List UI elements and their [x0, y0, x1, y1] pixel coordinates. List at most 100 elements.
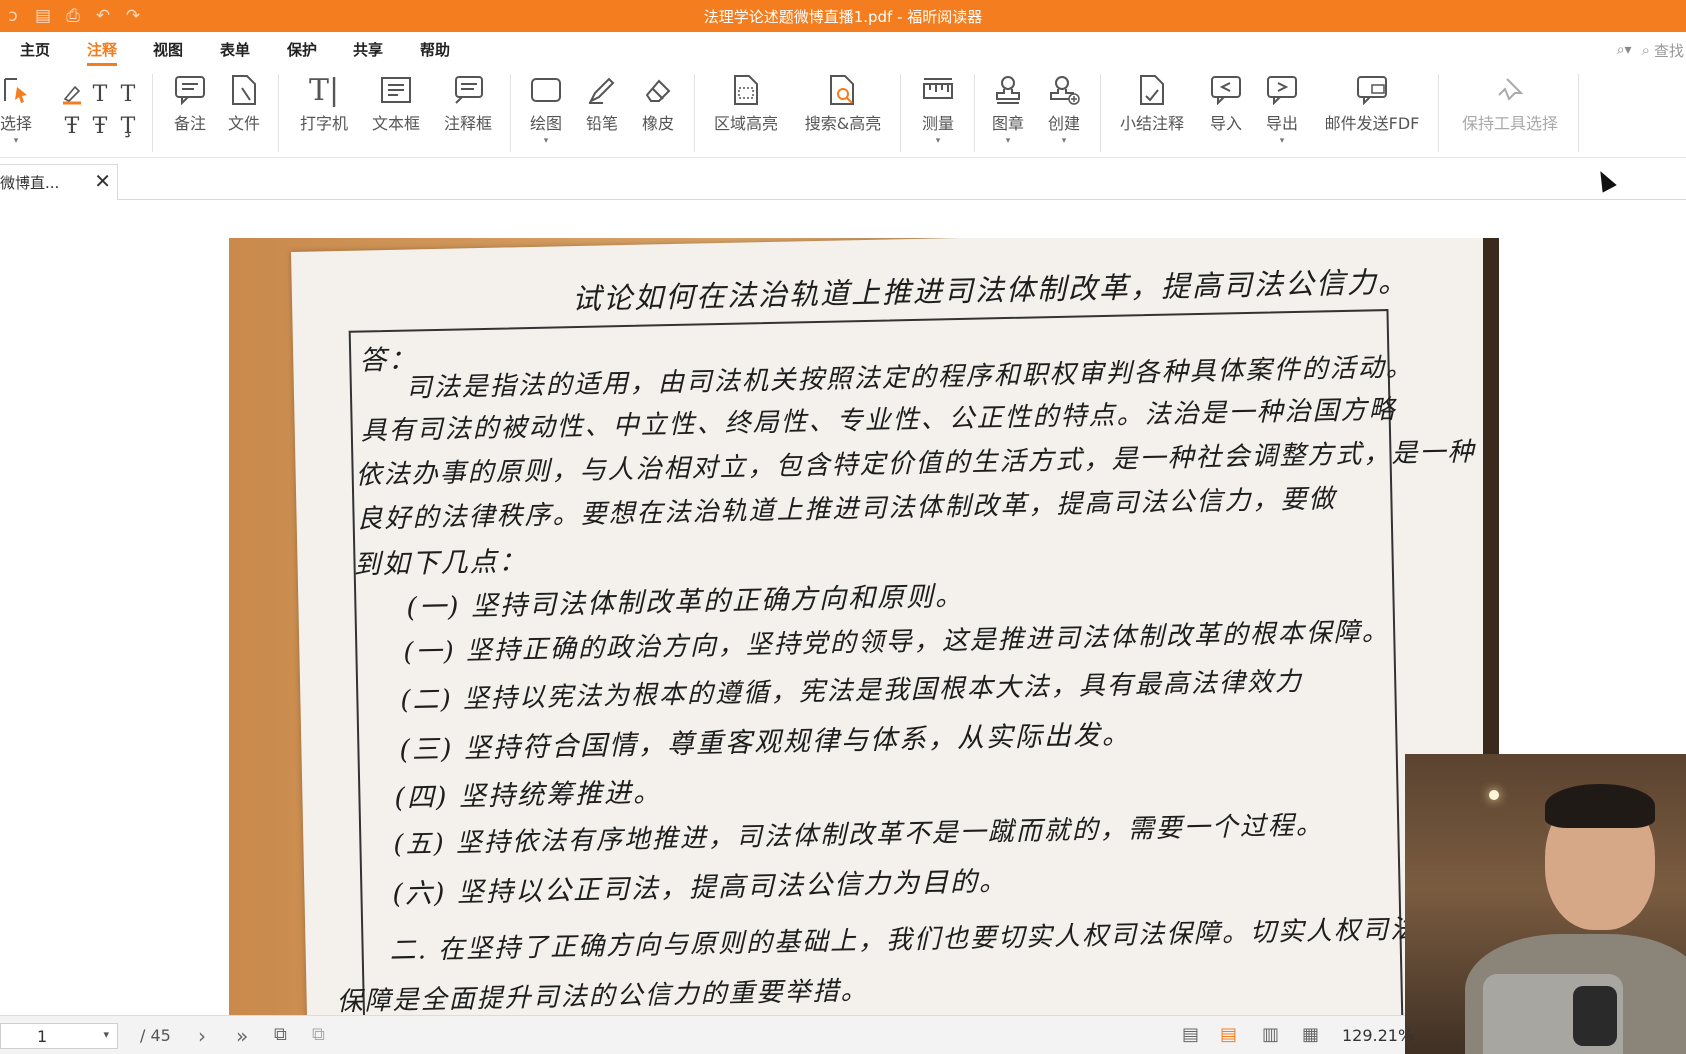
phone-camera: [1573, 986, 1617, 1046]
next-page-icon[interactable]: ›: [198, 1024, 206, 1048]
eraser-button[interactable]: 橡皮: [636, 72, 680, 134]
ribbon-toolbar: 选择 ▾ T T Ŧ Ŧ Ţ 备注 文件 T| 打字机 文本框 注释框 绘图 ▾: [0, 66, 1686, 158]
create-stamp-label: 创建: [1047, 114, 1080, 133]
chevron-down-icon: ▾: [1279, 136, 1285, 146]
textbox-button[interactable]: 文本框: [366, 72, 426, 134]
chevron-down-icon: ▾: [13, 136, 19, 146]
replace-text-icon[interactable]: Ŧ: [86, 110, 114, 142]
facing-page-icon[interactable]: ▥: [1262, 1024, 1279, 1045]
area-highlight-label: 区域高亮: [713, 114, 778, 133]
highlight-text-icon[interactable]: [58, 78, 86, 110]
measure-button[interactable]: 测量 ▾: [914, 72, 962, 146]
import-button[interactable]: 导入: [1204, 72, 1248, 134]
menu-help[interactable]: 帮助: [420, 39, 450, 60]
textbox-icon: [380, 72, 412, 108]
typewriter-label: 打字机: [299, 114, 348, 133]
stamp-button[interactable]: 图章 ▾: [986, 72, 1030, 146]
close-icon[interactable]: ✕: [94, 169, 111, 193]
window-title: 法理学论述题微博直播1.pdf - 福昕阅读器: [703, 8, 983, 26]
summarize-icon: [1138, 72, 1166, 108]
file-attach-label: 文件: [227, 114, 260, 133]
list-item: (四) 坚持统筹推进。: [394, 777, 663, 814]
callout-button[interactable]: 注释框: [438, 72, 498, 134]
typewriter-button[interactable]: T| 打字机: [294, 72, 354, 134]
search-icon: ⌕: [1641, 41, 1650, 59]
area-highlight-button[interactable]: 区域高亮: [708, 72, 784, 134]
search-highlight-label: 搜索&高亮: [804, 114, 882, 133]
strikeout-text-icon[interactable]: Ŧ: [58, 110, 86, 142]
toolbar-separator: [974, 74, 975, 152]
next-view-icon[interactable]: ⧉: [312, 1024, 325, 1045]
chevron-down-icon: ▾: [1005, 136, 1011, 146]
email-fdf-label: 邮件发送FDF: [1324, 114, 1420, 133]
document-tab[interactable]: 微博直... ✕: [0, 164, 118, 200]
webcam-overlay: [1405, 754, 1686, 1054]
draw-button[interactable]: 绘图 ▾: [524, 72, 568, 146]
single-page-icon[interactable]: ▤: [1182, 1024, 1199, 1045]
summarize-label: 小结注释: [1119, 114, 1184, 133]
chevron-down-icon[interactable]: ▾: [103, 1028, 109, 1041]
export-button[interactable]: 导出 ▾: [1260, 72, 1304, 146]
area-highlight-icon: [732, 72, 760, 108]
toolbar-separator: [900, 74, 901, 152]
document-tab-bar: 微博直... ✕: [0, 158, 1686, 200]
toolbar-separator: [510, 74, 511, 152]
toolbar-separator: [278, 74, 279, 152]
summarize-comments-button[interactable]: 小结注释: [1114, 72, 1190, 134]
keep-tool-selected-button[interactable]: 保持工具选择: [1456, 72, 1564, 134]
select-tool-button[interactable]: 选择 ▾: [0, 72, 34, 146]
eraser-icon: [643, 72, 673, 108]
chevron-down-icon: ▾: [1061, 136, 1067, 146]
pin-icon: [1495, 72, 1525, 108]
menu-comment[interactable]: 注释: [87, 39, 118, 66]
ruler-icon: [922, 72, 954, 108]
file-attach-icon: [230, 72, 258, 108]
total-pages: / 45: [140, 1026, 171, 1045]
pencil-button[interactable]: 铅笔: [580, 72, 624, 134]
page-number-input[interactable]: 1 ▾: [0, 1023, 118, 1049]
rectangle-icon: [530, 72, 562, 108]
keep-tool-label: 保持工具选择: [1461, 114, 1558, 133]
zoom-level[interactable]: 129.21%: [1342, 1026, 1413, 1045]
previous-view-icon[interactable]: ⧉: [274, 1024, 287, 1045]
squiggly-text-icon[interactable]: T: [114, 78, 142, 110]
file-attach-button[interactable]: 文件: [224, 72, 264, 134]
chevron-down-icon: ▾: [543, 136, 549, 146]
underline-text-icon[interactable]: T: [86, 78, 114, 110]
current-page: 1: [37, 1026, 48, 1046]
create-stamp-icon: [1048, 72, 1080, 108]
callout-label: 注释框: [443, 114, 492, 133]
note-button[interactable]: 备注: [170, 72, 210, 134]
stamp-label: 图章: [991, 114, 1024, 133]
insert-text-icon[interactable]: Ţ: [114, 110, 142, 142]
page-photo: 试论如何在法治轨道上推进司法体制改革，提高司法公信力。 答： 司法是指法的适用，…: [229, 238, 1499, 1015]
toolbar-separator: [1578, 74, 1579, 152]
document-tab-title: 微博直...: [0, 174, 60, 192]
note-label: 备注: [173, 114, 206, 133]
search-mode-icon[interactable]: ⌕▾: [1617, 42, 1632, 58]
search-box[interactable]: ⌕▾ ⌕ 查找: [1512, 38, 1684, 62]
pencil-label: 铅笔: [585, 114, 618, 133]
toolbar-separator: [694, 74, 695, 152]
email-fdf-button[interactable]: 邮件发送FDF: [1318, 72, 1426, 134]
export-label: 导出: [1265, 114, 1298, 133]
continuous-page-icon[interactable]: ▤: [1220, 1024, 1237, 1045]
paragraph-line: 到如下几点：: [353, 546, 528, 581]
search-highlight-button[interactable]: 搜索&高亮: [800, 72, 886, 134]
search-highlight-icon: [828, 72, 858, 108]
menu-view[interactable]: 视图: [153, 39, 183, 60]
last-page-icon[interactable]: »: [236, 1024, 248, 1048]
menu-share[interactable]: 共享: [353, 39, 383, 60]
question-title: 试论如何在法治轨道上推进司法体制改革，提高司法公信力。: [571, 264, 1410, 317]
menu-home[interactable]: 主页: [20, 39, 50, 60]
measure-label: 测量: [921, 114, 954, 133]
continuous-facing-icon[interactable]: ▦: [1302, 1024, 1319, 1045]
menu-form[interactable]: 表单: [220, 39, 250, 60]
typewriter-icon: T|: [308, 72, 340, 108]
select-cursor-icon: [1, 72, 31, 108]
menu-protect[interactable]: 保护: [287, 39, 317, 60]
note-icon: [174, 72, 206, 108]
create-stamp-button[interactable]: 创建 ▾: [1042, 72, 1086, 146]
presenter-hair: [1545, 784, 1655, 828]
search-placeholder: 查找: [1653, 41, 1684, 60]
